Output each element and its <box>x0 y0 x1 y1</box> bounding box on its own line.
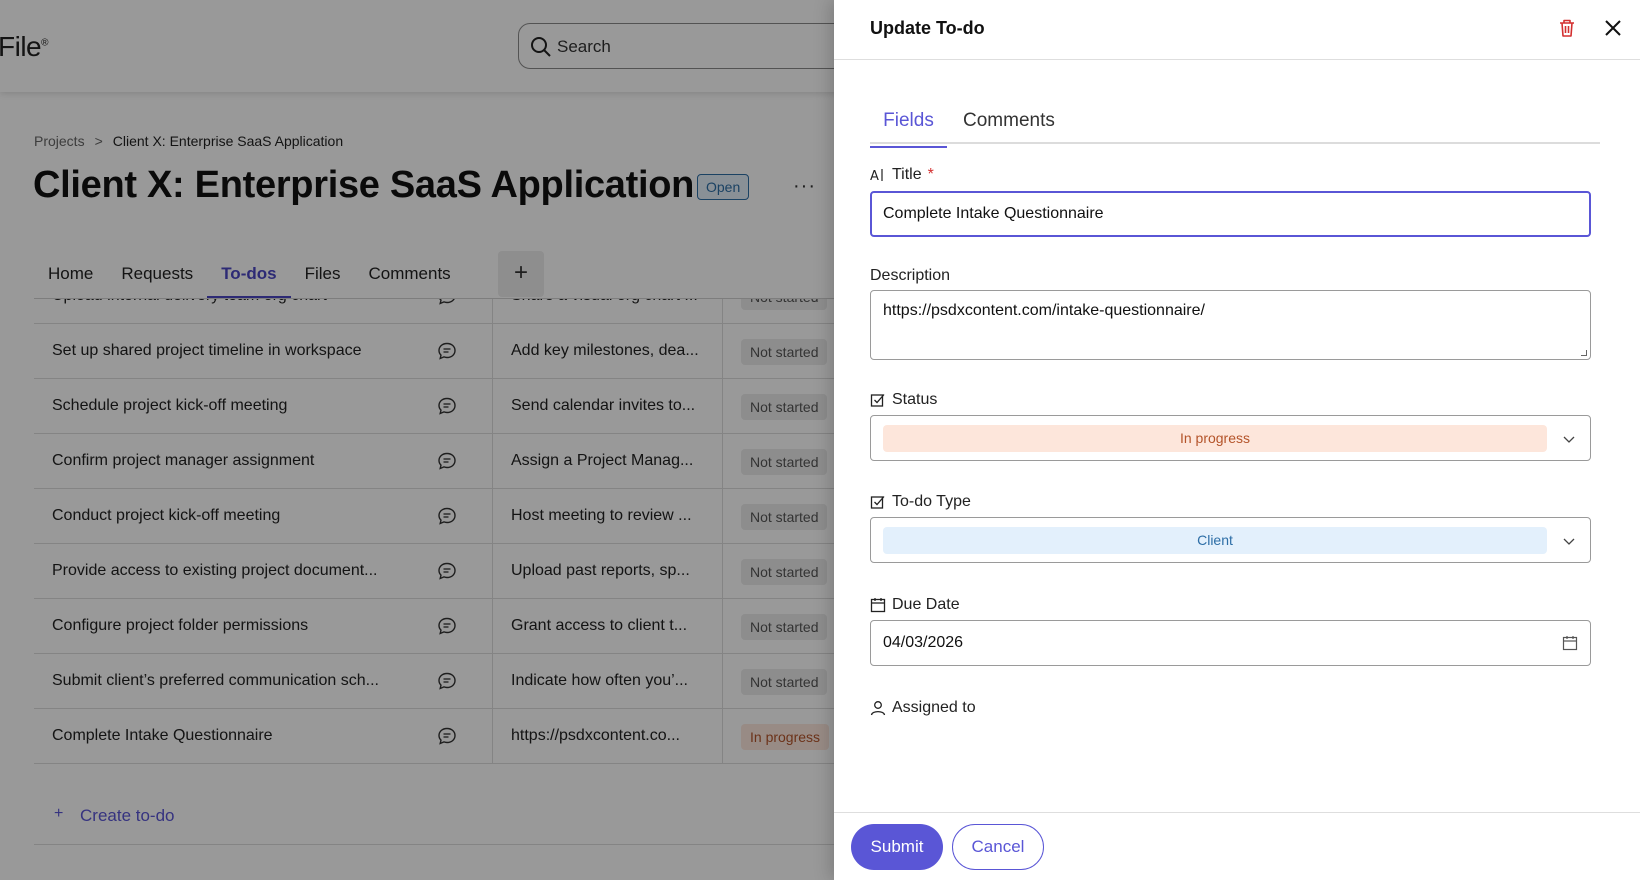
due-date-value: 04/03/2026 <box>883 634 964 651</box>
description-value: https://psdxcontent.com/intake-questionn… <box>883 302 1205 319</box>
calendar-icon[interactable] <box>1562 635 1578 651</box>
panel-tabs: Fields Comments <box>870 104 1600 148</box>
cancel-button[interactable]: Cancel <box>952 824 1044 870</box>
assigned-to-label-text: Assigned to <box>892 699 976 716</box>
update-todo-panel: Update To-do Fields Comments A Title * C… <box>834 0 1640 880</box>
svg-text:A: A <box>870 169 879 183</box>
status-label-text: Status <box>892 391 938 408</box>
panel-header: Update To-do <box>834 0 1640 60</box>
resize-handle[interactable] <box>1581 350 1587 356</box>
title-label: A Title * <box>870 166 934 184</box>
due-date-input[interactable]: 04/03/2026 <box>870 620 1591 666</box>
panel-title: Update To-do <box>870 18 985 38</box>
checkbox-icon <box>870 496 885 509</box>
status-select[interactable]: In progress <box>870 415 1591 461</box>
calendar-icon <box>870 598 886 613</box>
user-icon <box>870 701 886 716</box>
required-mark: * <box>927 166 934 183</box>
due-date-label: Due Date <box>870 596 960 614</box>
title-label-text: Title <box>892 166 922 183</box>
chevron-down-icon <box>1563 436 1575 443</box>
due-date-label-text: Due Date <box>892 596 960 613</box>
todo-type-select[interactable]: Client <box>870 517 1591 563</box>
trash-icon[interactable] <box>1555 16 1579 40</box>
tab-panel-comments[interactable]: Comments <box>963 110 1055 146</box>
todo-type-value-pill: Client <box>883 527 1547 554</box>
tab-fields[interactable]: Fields <box>870 110 947 148</box>
todo-type-label: To-do Type <box>870 493 971 511</box>
description-textarea[interactable]: https://psdxcontent.com/intake-questionn… <box>870 290 1591 360</box>
checkbox-icon <box>870 394 885 407</box>
status-label: Status <box>870 391 937 409</box>
chevron-down-icon <box>1563 538 1575 545</box>
todo-type-label-text: To-do Type <box>892 493 971 510</box>
assigned-to-label: Assigned to <box>870 699 976 717</box>
close-icon[interactable] <box>1601 16 1625 40</box>
panel-footer: Submit Cancel <box>834 812 1640 880</box>
description-label: Description <box>870 267 950 285</box>
text-field-icon: A <box>870 169 883 183</box>
status-value-pill: In progress <box>883 425 1547 452</box>
submit-button[interactable]: Submit <box>851 824 943 870</box>
title-input[interactable]: Complete Intake Questionnaire <box>870 191 1591 237</box>
description-label-text: Description <box>870 267 951 284</box>
